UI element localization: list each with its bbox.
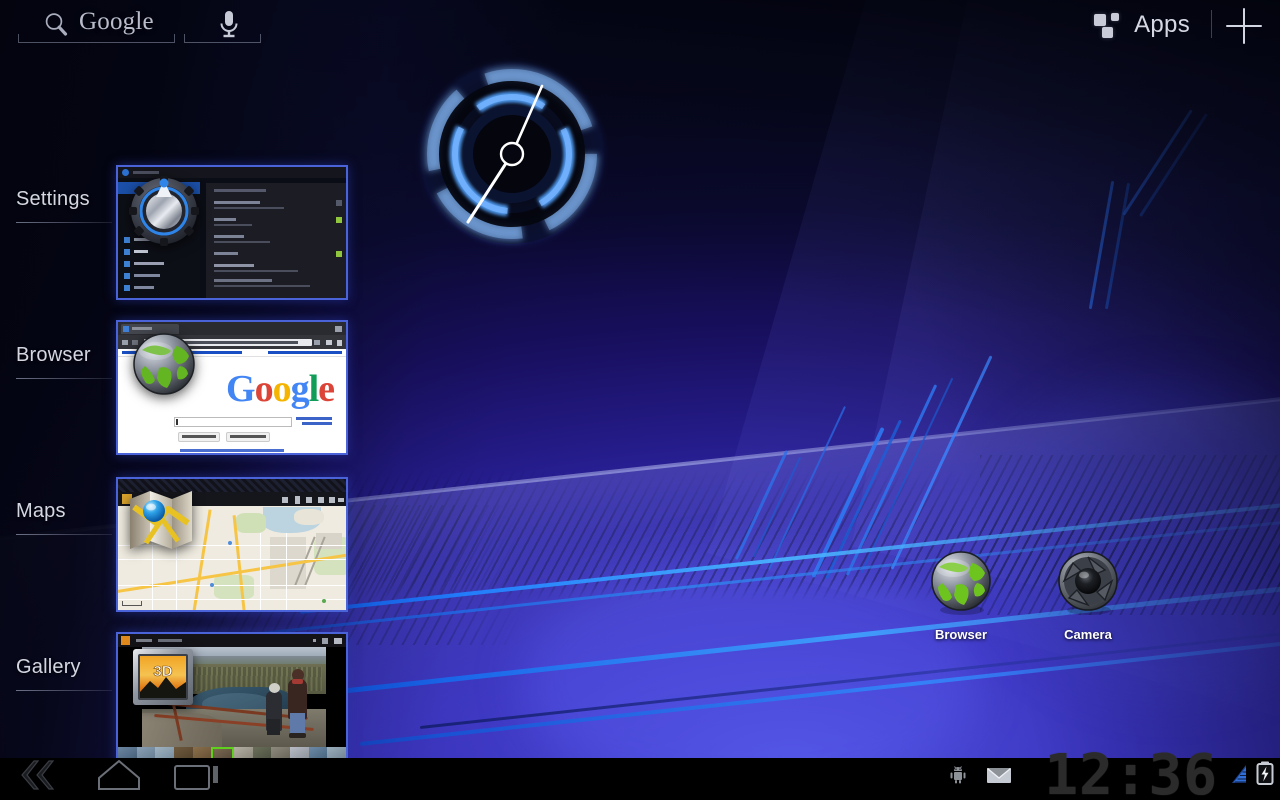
- photo-frame-3d-icon: 3D: [132, 648, 194, 711]
- shortcut-camera-label: Camera: [1042, 627, 1134, 642]
- preview-gallery-label: Gallery: [16, 656, 81, 679]
- shortcut-browser-label: Browser: [915, 627, 1007, 642]
- back-chevron-icon[interactable]: [18, 758, 60, 797]
- analog-clock-widget[interactable]: [412, 50, 612, 258]
- camera-aperture-icon: [1055, 603, 1121, 620]
- top-bar: Google Apps: [0, 0, 1280, 52]
- search-icon: [43, 11, 69, 42]
- add-to-home-button[interactable]: [1226, 8, 1262, 44]
- wifi-signal-icon[interactable]: [1226, 763, 1250, 790]
- topbar-divider: [1211, 10, 1212, 38]
- status-clock[interactable]: 12:36: [1044, 748, 1218, 800]
- system-bar: 12:36: [0, 758, 1280, 800]
- google-search-widget[interactable]: Google: [16, 2, 262, 46]
- battery-charging-icon[interactable]: [1256, 761, 1274, 790]
- preview-browser-rule: [16, 378, 112, 379]
- home-screen: Google Apps: [0, 0, 1280, 800]
- preview-maps-rule: [16, 534, 112, 535]
- preview-maps-thumbnail[interactable]: [116, 477, 348, 612]
- apps-grid-icon: [1094, 12, 1122, 38]
- settings-dial-icon: [128, 175, 200, 252]
- preview-browser-thumbnail[interactable]: Google: [116, 320, 348, 455]
- folded-map-icon: [128, 489, 196, 558]
- microphone-icon[interactable]: [214, 8, 244, 45]
- preview-maps-label: Maps: [16, 500, 66, 523]
- preview-gallery-rule: [16, 690, 112, 691]
- recent-apps-icon[interactable]: [172, 758, 222, 797]
- email-envelope-icon[interactable]: [986, 765, 1012, 790]
- android-robot-icon[interactable]: [948, 765, 968, 790]
- apps-button[interactable]: Apps: [1088, 4, 1196, 46]
- preview-browser-label: Browser: [16, 344, 91, 367]
- apps-label: Apps: [1134, 11, 1190, 39]
- preview-settings-thumbnail[interactable]: [116, 165, 348, 300]
- gallery-3d-badge-text: 3D: [153, 663, 172, 680]
- shortcut-camera[interactable]: Camera: [1042, 550, 1134, 642]
- globe-icon: [928, 603, 994, 620]
- search-label: Google: [79, 8, 154, 36]
- preview-gallery-thumbnail[interactable]: 3D: [116, 632, 348, 767]
- preview-settings-rule: [16, 222, 112, 223]
- home-icon[interactable]: [96, 758, 142, 797]
- preview-settings-label: Settings: [16, 188, 90, 211]
- shortcut-browser[interactable]: Browser: [915, 550, 1007, 642]
- globe-icon: [132, 332, 196, 401]
